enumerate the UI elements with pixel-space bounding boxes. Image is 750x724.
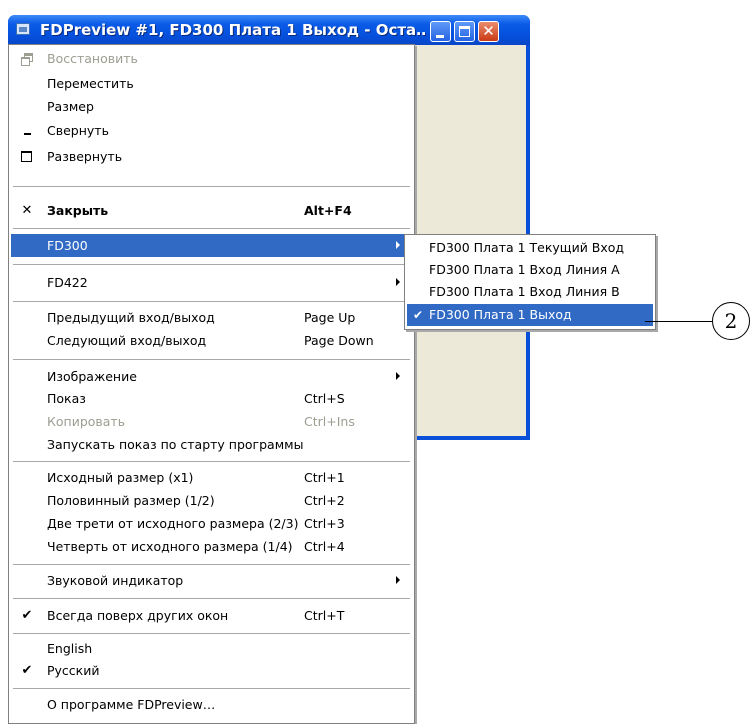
menu-item-label: Показ: [47, 391, 86, 406]
close-button[interactable]: ✕: [478, 21, 499, 42]
menu-item-prev-input[interactable]: Предыдущий вход/выход Page Up: [11, 306, 412, 329]
menu-item-shortcut: Ctrl+Ins: [304, 414, 355, 429]
maximize-button[interactable]: [454, 21, 475, 42]
menu-item-label: О программе FDPreview…: [47, 697, 216, 712]
menu-separator: [13, 186, 410, 187]
submenu-item-input-line-a[interactable]: FD300 Плата 1 Вход Линия A: [407, 259, 653, 281]
menu-item-label: FD300: [47, 238, 88, 253]
submenu-item-input-line-b[interactable]: FD300 Плата 1 Вход Линия B: [407, 281, 653, 303]
menu-item-label: Закрыть: [47, 203, 109, 218]
system-menu: Восстановить Переместить Размер Свернуть…: [8, 44, 415, 724]
restore-icon: [17, 47, 37, 70]
menu-item-autostart[interactable]: Запускать показ по старту программы: [11, 433, 412, 456]
submenu-arrow-icon: [396, 241, 400, 249]
menu-item-next-input[interactable]: Следующий вход/выход Page Down: [11, 329, 412, 352]
window-title: FDPreview #1, FD300 Плата 1 Выход - Оста…: [40, 21, 426, 39]
minimize-button[interactable]: [430, 21, 451, 42]
menu-separator: [13, 461, 410, 462]
menu-item-label: Свернуть: [47, 123, 109, 138]
menu-separator: [13, 688, 410, 689]
menu-item-copy[interactable]: Копировать Ctrl+Ins: [11, 410, 412, 433]
menu-item-audio-indicator[interactable]: Звуковой индикатор: [11, 569, 412, 592]
check-icon: ✔: [21, 663, 33, 678]
menu-item-label: Русский: [47, 663, 100, 678]
menu-item-close[interactable]: ✕ Закрыть Alt+F4: [11, 199, 412, 222]
menu-item-label: Изображение: [47, 369, 137, 384]
menu-item-label: Размер: [47, 99, 94, 114]
menu-item-label: Переместить: [47, 76, 134, 91]
menu-item-label: English: [47, 641, 93, 656]
menu-item-shortcut: Page Down: [304, 333, 374, 348]
menu-item-shortcut: Page Up: [304, 310, 356, 325]
menu-item-shortcut: Ctrl+1: [304, 470, 345, 485]
menu-item-label: Звуковой индикатор: [47, 573, 184, 588]
menu-separator: [13, 598, 410, 599]
submenu-arrow-icon: [396, 278, 400, 286]
callout-number: 2: [712, 302, 750, 340]
close-icon: ✕: [482, 22, 495, 40]
menu-item-always-on-top[interactable]: ✔ Всегда поверх других окон Ctrl+T: [11, 604, 412, 627]
menu-item-size-quarter[interactable]: Четверть от исходного размера (1/4) Ctrl…: [11, 535, 412, 558]
submenu-item-output[interactable]: ✔ FD300 Плата 1 Выход: [407, 304, 653, 326]
submenu-item-label: FD300 Плата 1 Вход Линия B: [429, 284, 620, 299]
submenu-item-current-input[interactable]: FD300 Плата 1 Текущий Вход: [407, 237, 653, 259]
menu-item-minimize[interactable]: Свернуть: [11, 119, 412, 142]
menu-separator: [13, 359, 410, 360]
menu-item-label: Две трети от исходного размера (2/3): [47, 516, 299, 531]
menu-item-label: Запускать показ по старту программы: [47, 437, 304, 452]
menu-item-label: Следующий вход/выход: [47, 333, 207, 348]
maximize-icon: [17, 145, 37, 168]
menu-separator: [13, 264, 410, 265]
maximize-icon: [459, 26, 470, 37]
menu-item-restore[interactable]: Восстановить: [11, 47, 412, 70]
submenu-item-label: FD300 Плата 1 Выход: [429, 307, 572, 322]
menu-item-label: Предыдущий вход/выход: [47, 310, 215, 325]
menu-item-label: Развернуть: [47, 149, 123, 164]
submenu-arrow-icon: [396, 372, 400, 380]
menu-item-label: Восстановить: [47, 51, 138, 66]
menu-item-maximize[interactable]: Развернуть: [11, 145, 412, 168]
menu-item-size[interactable]: Размер: [11, 95, 412, 118]
menu-item-show[interactable]: Показ Ctrl+S: [11, 387, 412, 410]
app-icon[interactable]: [16, 23, 30, 35]
menu-item-move[interactable]: Переместить: [11, 72, 412, 95]
menu-separator: [13, 564, 410, 565]
minimize-icon: [17, 119, 37, 142]
menu-item-label: Четверть от исходного размера (1/4): [47, 539, 293, 554]
check-icon: ✔: [412, 308, 424, 322]
menu-item-about[interactable]: О программе FDPreview…: [11, 693, 412, 716]
menu-item-fd300[interactable]: FD300: [11, 234, 412, 257]
menu-separator: [13, 633, 410, 634]
menu-item-size-x1[interactable]: Исходный размер (x1) Ctrl+1: [11, 466, 412, 489]
callout-leader-line: [645, 321, 712, 322]
menu-item-shortcut: Ctrl+T: [304, 608, 345, 623]
menu-item-label: Копировать: [47, 414, 126, 429]
fd300-submenu: FD300 Плата 1 Текущий Вход FD300 Плата 1…: [404, 234, 656, 330]
menu-item-label: Половинный размер (1/2): [47, 493, 215, 508]
menu-item-label: Всегда поверх других окон: [47, 608, 229, 623]
menu-item-label: Исходный размер (x1): [47, 470, 194, 485]
menu-separator: [13, 228, 410, 229]
menu-item-size-half[interactable]: Половинный размер (1/2) Ctrl+2: [11, 489, 412, 512]
menu-item-label: FD422: [47, 275, 88, 290]
menu-item-image[interactable]: Изображение: [11, 365, 412, 388]
menu-item-russian[interactable]: ✔ Русский: [11, 659, 412, 682]
menu-item-shortcut: Alt+F4: [304, 203, 352, 218]
title-bar[interactable]: FDPreview #1, FD300 Плата 1 Выход - Оста…: [8, 15, 530, 45]
menu-item-shortcut: Ctrl+S: [304, 391, 345, 406]
menu-item-shortcut: Ctrl+4: [304, 539, 345, 554]
submenu-item-label: FD300 Плата 1 Вход Линия A: [429, 262, 620, 277]
menu-item-shortcut: Ctrl+2: [304, 493, 345, 508]
menu-item-english[interactable]: English: [11, 637, 412, 660]
menu-item-shortcut: Ctrl+3: [304, 516, 345, 531]
minimize-icon: [436, 35, 444, 38]
submenu-item-label: FD300 Плата 1 Текущий Вход: [429, 240, 625, 255]
menu-item-fd422[interactable]: FD422: [11, 271, 412, 294]
menu-item-size-two-thirds[interactable]: Две трети от исходного размера (2/3) Ctr…: [11, 512, 412, 535]
menu-separator: [13, 301, 410, 302]
check-icon: ✔: [21, 608, 33, 623]
close-icon: ✕: [21, 203, 33, 218]
submenu-arrow-icon: [396, 576, 400, 584]
